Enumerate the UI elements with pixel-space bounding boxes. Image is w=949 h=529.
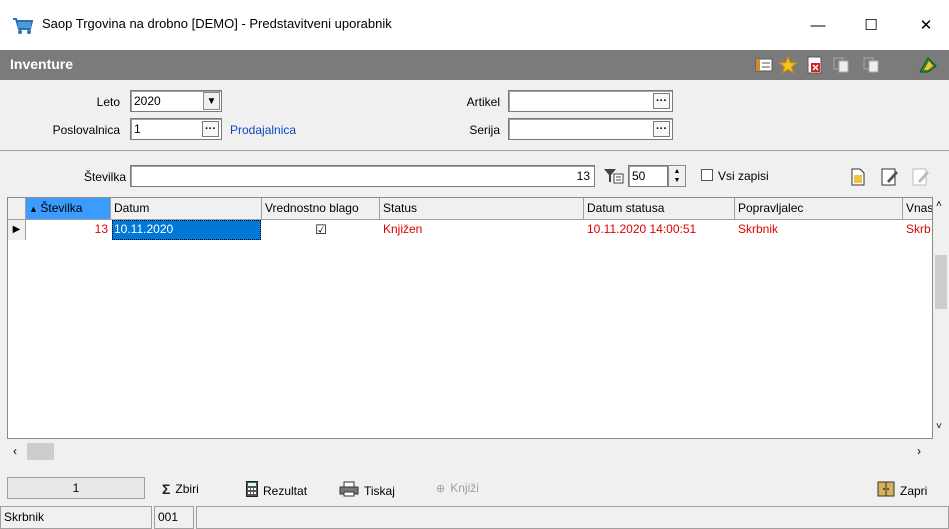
layout-icon[interactable] — [753, 54, 775, 76]
status-code: 001 — [154, 506, 194, 529]
cell-datum-statusa[interactable]: 10.11.2020 14:00:51 — [584, 220, 735, 240]
calculator-icon — [246, 481, 258, 500]
serija-label: Serija — [469, 123, 500, 137]
artikel-field[interactable] — [508, 90, 673, 112]
vertical-scrollbar[interactable]: ˄ ˅ — [933, 197, 949, 439]
cell-datum-selected[interactable]: 10.11.2020 — [112, 220, 261, 240]
status-user: Skrbnik — [0, 506, 152, 529]
column-header-stevilka-label: Številka — [40, 201, 83, 215]
sort-ascending-icon: ▲ — [29, 204, 41, 214]
tiskaj-button[interactable]: Tiskaj — [339, 481, 395, 500]
delete-document-icon[interactable] — [804, 54, 826, 76]
copy-icon-disabled — [830, 54, 852, 76]
scroll-down-icon[interactable]: ˅ — [936, 421, 942, 432]
edit-disabled-icon — [912, 168, 930, 189]
stevilka-search-value: 13 — [576, 169, 590, 183]
paste-icon-disabled — [860, 54, 882, 76]
column-header-popravljalec[interactable]: Popravljalec — [735, 198, 903, 220]
printer-icon — [339, 481, 359, 500]
poslovalnica-lookup-button[interactable]: ··· — [202, 121, 219, 137]
spin-down-icon: ▼ — [673, 177, 681, 184]
vsi-zapisi-checkbox[interactable] — [701, 169, 713, 181]
cell-status[interactable]: Knjižen — [380, 220, 584, 240]
scroll-right-icon[interactable]: › — [917, 444, 921, 458]
close-doors-icon — [877, 481, 895, 500]
window-title: Saop Trgovina na drobno [DEMO] - Predsta… — [42, 16, 392, 31]
row-indicator-header — [8, 198, 26, 220]
knjizi-button-disabled: ⊕ Knjiži — [436, 481, 479, 495]
cell-vrednostno-blago-checkbox[interactable]: ☑ — [262, 220, 380, 240]
sigma-icon: Σ — [162, 481, 171, 497]
column-header-datum-statusa[interactable]: Datum statusa — [584, 198, 735, 220]
artikel-lookup-button[interactable]: ··· — [653, 93, 670, 109]
edit-document-icon[interactable] — [881, 168, 899, 189]
record-limit-field[interactable]: 50 — [628, 165, 668, 187]
favorite-star-icon[interactable] — [777, 54, 799, 76]
close-button[interactable]: ✕ — [903, 0, 949, 50]
book-plus-icon: ⊕ — [436, 482, 446, 495]
artikel-label: Artikel — [466, 95, 500, 109]
record-limit-spinner[interactable]: ▲ ▼ — [668, 165, 686, 187]
record-limit-value: 50 — [632, 169, 646, 183]
cell-vnasalec[interactable]: Skrb — [903, 220, 932, 240]
cart-app-icon — [12, 17, 34, 35]
minimize-button[interactable]: — — [795, 0, 841, 50]
new-document-icon[interactable] — [850, 168, 866, 189]
vertical-scroll-thumb[interactable] — [935, 255, 947, 309]
module-title: Inventure — [10, 56, 74, 72]
stevilka-search-field[interactable]: 13 — [130, 165, 595, 187]
maximize-button[interactable]: ☐ — [848, 0, 894, 50]
rezultat-label: Rezultat — [263, 483, 308, 498]
serija-field[interactable] — [508, 118, 673, 140]
record-count: 1 — [7, 477, 145, 499]
leto-value: 2020 — [134, 94, 161, 108]
zbiri-label: Zbiri — [175, 482, 199, 496]
cell-stevilka[interactable]: 13 — [26, 220, 111, 240]
horizontal-scroll-thumb[interactable] — [27, 443, 54, 460]
serija-lookup-button[interactable]: ··· — [653, 121, 670, 137]
separator — [0, 150, 949, 151]
row-indicator-arrow-icon: ▶ — [8, 220, 26, 240]
scroll-left-icon[interactable]: ‹ — [13, 444, 17, 458]
cell-popravljalec[interactable]: Skrbnik — [735, 220, 903, 240]
poslovalnica-name-link[interactable]: Prodajalnica — [230, 123, 296, 137]
column-header-status[interactable]: Status — [380, 198, 584, 220]
column-header-vrednostno-blago[interactable]: Vrednostno blago — [262, 198, 380, 220]
vsi-zapisi-label[interactable]: Vsi zapisi — [718, 169, 769, 183]
exit-door-icon[interactable] — [917, 54, 939, 76]
inventory-grid[interactable]: ▲ Številka Datum Vrednostno blago Status… — [7, 197, 933, 439]
leto-dropdown-button[interactable]: ▼ — [203, 92, 220, 110]
chevron-down-icon: ▼ — [206, 95, 217, 107]
horizontal-scrollbar[interactable]: ‹ › — [7, 439, 949, 464]
spin-up-icon: ▲ — [673, 168, 681, 175]
zbiri-button[interactable]: Σ Zbiri — [162, 481, 199, 497]
tiskaj-label: Tiskaj — [364, 483, 395, 498]
poslovalnica-label: Poslovalnica — [52, 123, 120, 137]
scroll-up-icon[interactable]: ˄ — [936, 199, 942, 210]
leto-label: Leto — [96, 95, 120, 109]
column-header-stevilka[interactable]: ▲ Številka — [26, 198, 111, 220]
zapri-label: Zapri — [900, 483, 928, 498]
poslovalnica-value: 1 — [134, 122, 141, 136]
knjizi-label: Knjiži — [450, 481, 479, 495]
stevilka-label: Številka — [83, 170, 126, 184]
filter-icon[interactable] — [602, 166, 624, 186]
rezultat-button[interactable]: Rezultat — [246, 481, 307, 500]
column-header-datum[interactable]: Datum — [111, 198, 262, 220]
zapri-button[interactable]: Zapri — [877, 481, 927, 500]
status-message-area — [196, 506, 949, 529]
column-header-vnasalec[interactable]: Vnas — [903, 198, 932, 220]
